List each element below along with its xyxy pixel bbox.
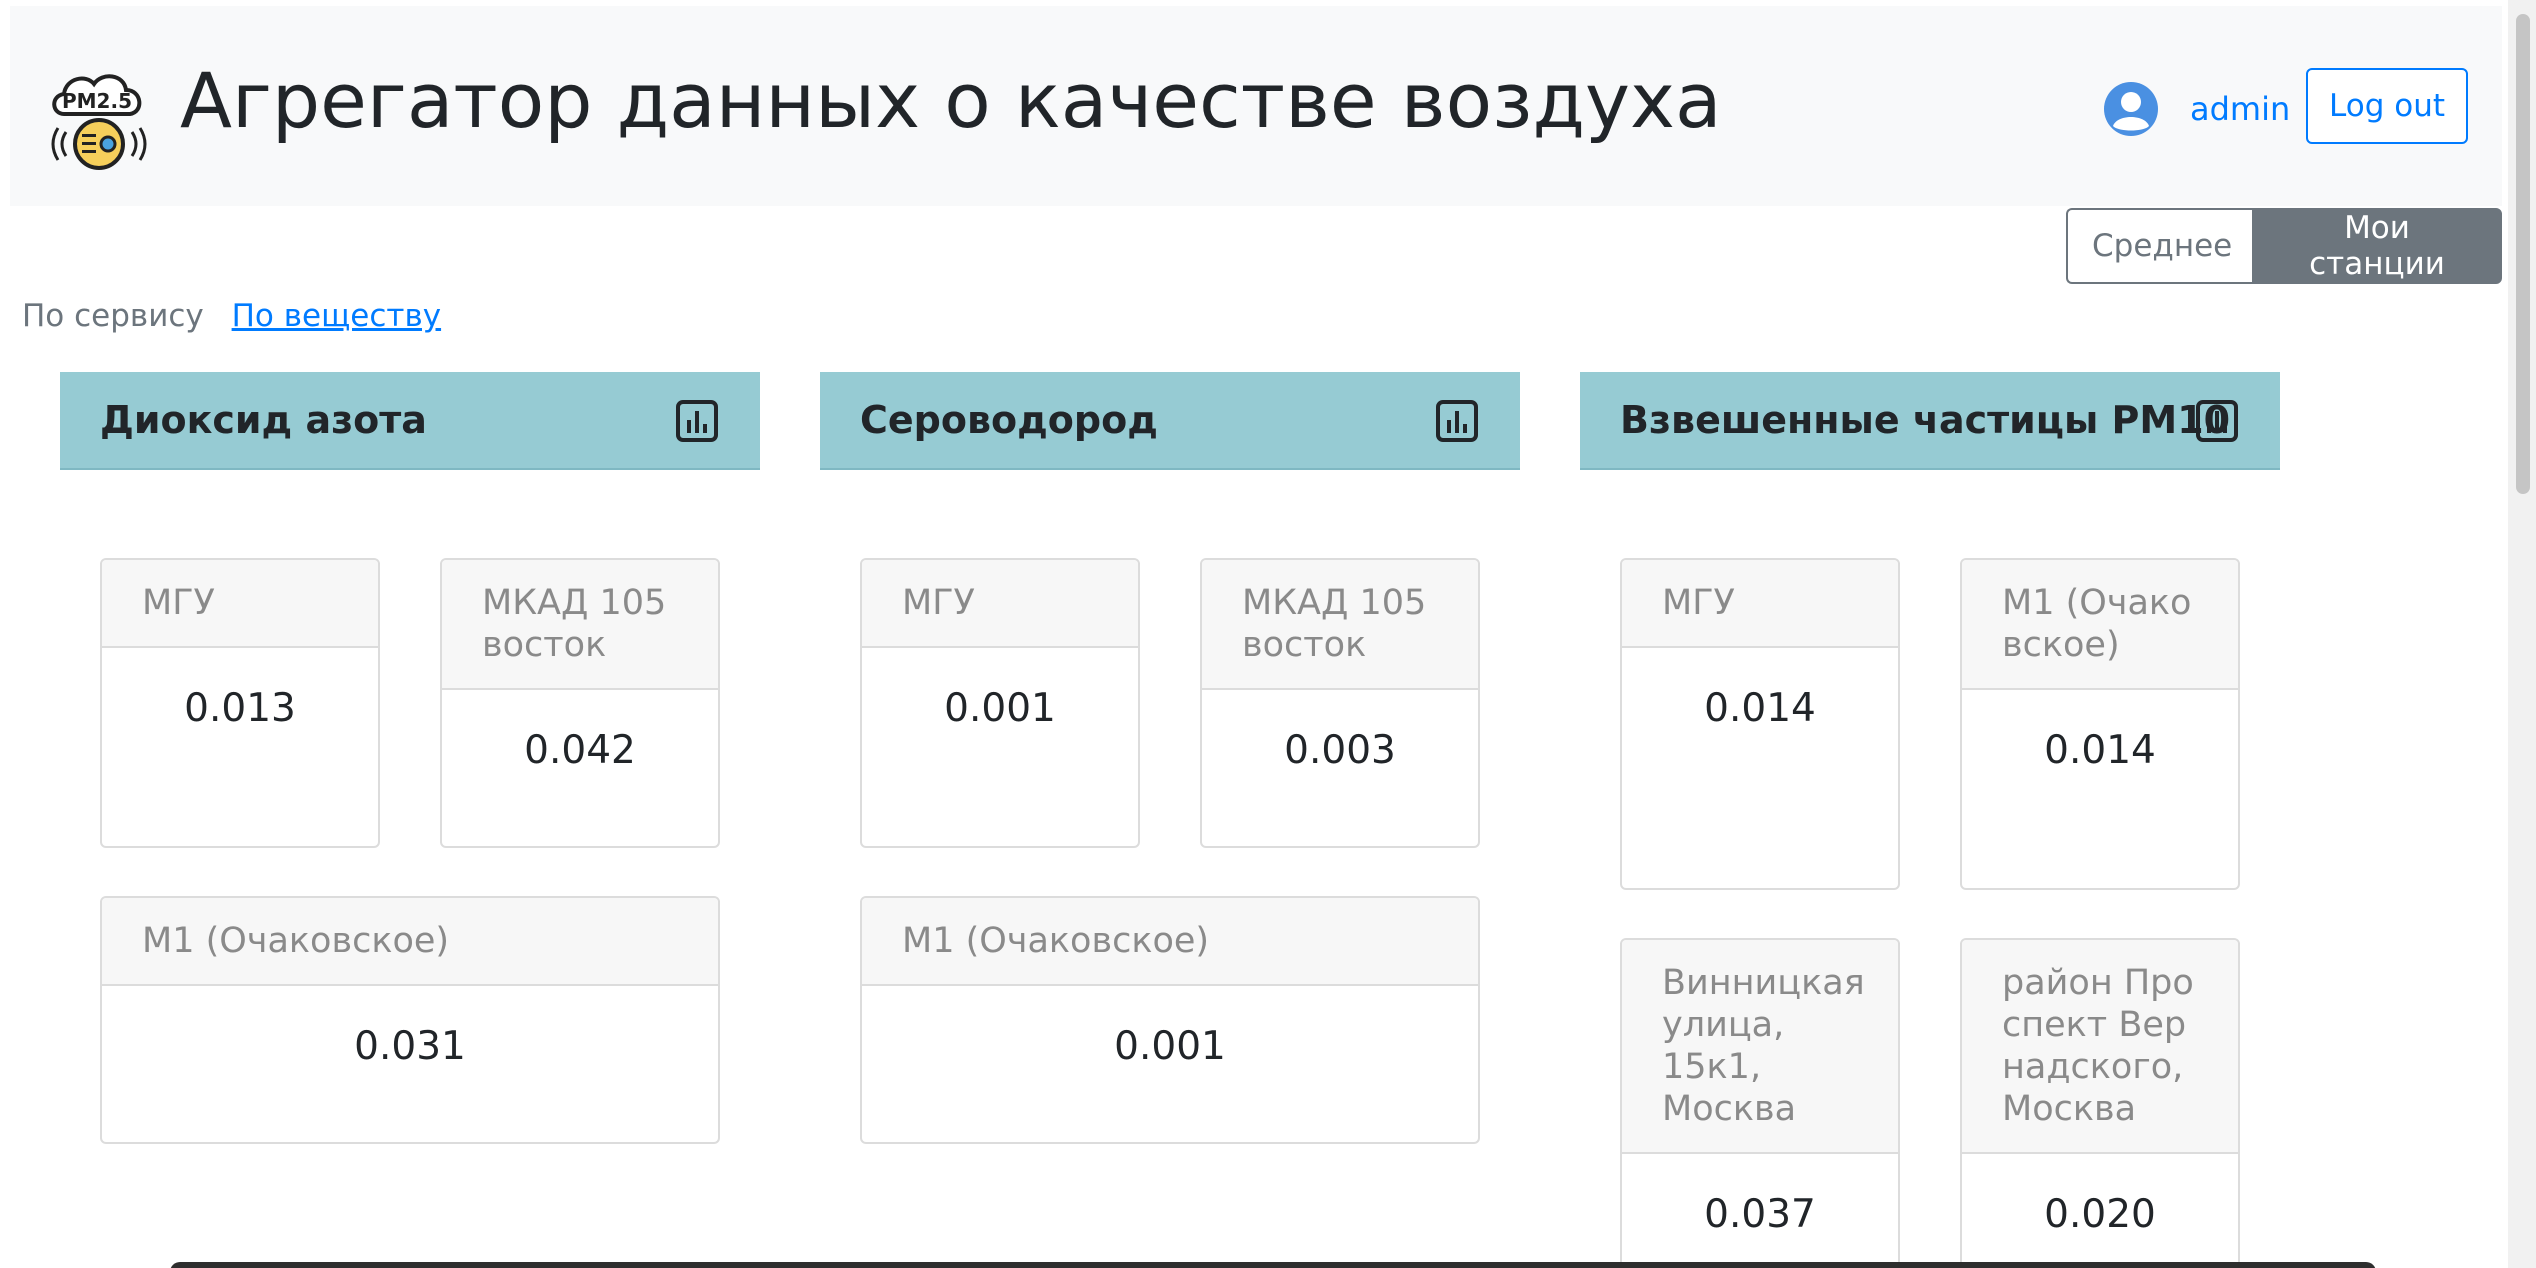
station-name: МГУ (862, 560, 1138, 648)
filter-by-substance-link[interactable]: По веществу (232, 298, 441, 334)
station-card: МГУ 0.001 (860, 558, 1140, 848)
substance-title: Сероводород (860, 398, 1158, 442)
grouping-filters: По сервису По веществу (22, 298, 441, 334)
scrollbar-thumb[interactable] (2516, 14, 2530, 494)
station-card: МКАД 105 восток 0.003 (1200, 558, 1480, 848)
station-name: М1 (Очаковское) (862, 898, 1478, 986)
station-card: М1 (Очаковское) 0.014 (1960, 558, 2240, 890)
average-toggle-button[interactable]: Среднее (2066, 208, 2252, 284)
window-bottom-edge (170, 1262, 2376, 1268)
user-name-link[interactable]: admin (2190, 90, 2290, 128)
station-value: 0.042 (524, 728, 636, 773)
station-name: М1 (Очаковское) (1962, 560, 2238, 690)
substance-header-nitrogen-dioxide: Диоксид азота (60, 372, 760, 470)
station-name: Винницкая улица, 15к1, Москва (1622, 940, 1898, 1154)
station-card: М1 (Очаковское) 0.031 (100, 896, 720, 1144)
app-root: PM2.5 Агрегатор данных о качестве воздух… (0, 0, 2536, 1268)
filter-by-service[interactable]: По сервису (22, 298, 204, 334)
station-card: район Проспект Вернадского, Москва 0.020 (1960, 938, 2240, 1268)
substance-title: Диоксид азота (100, 398, 427, 442)
station-value: 0.003 (1284, 728, 1396, 773)
view-toggle-group: Среднее Мои станции (2066, 208, 2502, 284)
station-name: М1 (Очаковское) (102, 898, 718, 986)
station-value: 0.031 (354, 1024, 466, 1069)
station-name: МКАД 105 восток (1202, 560, 1478, 690)
station-name: район Проспект Вернадского, Москва (1962, 940, 2238, 1154)
substance-title: Взвешенные частицы PM10 (1620, 398, 2231, 442)
station-card: Винницкая улица, 15к1, Москва 0.037 (1620, 938, 1900, 1268)
station-value: 0.014 (1704, 686, 1816, 731)
station-value: 0.020 (2044, 1192, 2156, 1237)
top-header: PM2.5 Агрегатор данных о качестве воздух… (10, 6, 2502, 206)
station-card: МГУ 0.014 (1620, 558, 1900, 890)
station-name: МГУ (102, 560, 378, 648)
station-value: 0.001 (1114, 1024, 1226, 1069)
bar-chart-icon[interactable] (676, 400, 718, 442)
station-value: 0.037 (1704, 1192, 1816, 1237)
station-card: МКАД 105 восток 0.042 (440, 558, 720, 848)
my-stations-toggle-button[interactable]: Мои станции (2252, 208, 2502, 284)
vertical-scrollbar[interactable] (2508, 0, 2536, 1268)
page-title: Агрегатор данных о качестве воздуха (180, 56, 1722, 145)
user-circle-icon[interactable] (2102, 80, 2160, 138)
station-value: 0.001 (944, 686, 1056, 731)
station-name: МГУ (1622, 560, 1898, 648)
station-card: М1 (Очаковское) 0.001 (860, 896, 1480, 1144)
station-value: 0.014 (2044, 728, 2156, 773)
bar-chart-icon[interactable] (2196, 400, 2238, 442)
pm25-logo-icon: PM2.5 (51, 74, 147, 170)
substance-header-pm10: Взвешенные частицы PM10 (1580, 372, 2280, 470)
substance-header-hydrogen-sulfide: Сероводород (820, 372, 1520, 470)
station-name: МКАД 105 восток (442, 560, 718, 690)
station-card: МГУ 0.013 (100, 558, 380, 848)
logo-text: PM2.5 (62, 89, 132, 113)
station-value: 0.013 (184, 686, 296, 731)
bar-chart-icon[interactable] (1436, 400, 1478, 442)
logout-button[interactable]: Log out (2306, 68, 2468, 144)
